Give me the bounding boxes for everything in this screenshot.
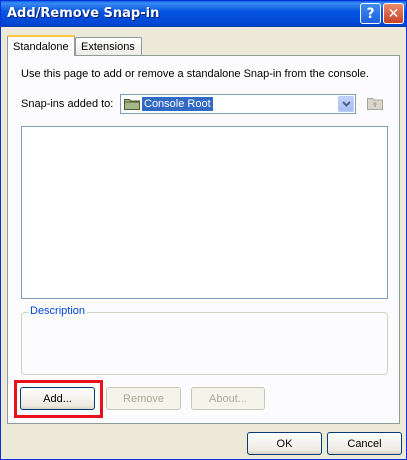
- standalone-panel: Use this page to add or remove a standal…: [7, 55, 400, 424]
- snapins-added-to-dropdown[interactable]: Console Root: [120, 94, 356, 114]
- snapin-list[interactable]: [21, 126, 388, 299]
- ok-button[interactable]: OK: [247, 432, 322, 455]
- add-button[interactable]: Add...: [20, 387, 95, 410]
- add-remove-snapin-dialog: Add/Remove Snap-in ? ✕ Standalone Extens…: [0, 0, 407, 460]
- description-group: Description: [21, 305, 388, 375]
- snapins-added-to-label: Snap-ins added to:: [21, 98, 114, 110]
- description-label: Description: [28, 305, 88, 317]
- window-title: Add/Remove Snap-in: [7, 6, 160, 21]
- tab-extensions[interactable]: Extensions: [75, 37, 142, 55]
- cancel-button[interactable]: Cancel: [327, 432, 402, 455]
- chevron-down-icon[interactable]: [338, 96, 354, 112]
- folder-icon: [124, 99, 140, 110]
- dropdown-selected-value: Console Root: [142, 97, 213, 111]
- folder-up-icon[interactable]: [366, 95, 384, 111]
- close-icon[interactable]: ✕: [383, 3, 404, 24]
- remove-button[interactable]: Remove: [106, 387, 181, 410]
- tab-standalone[interactable]: Standalone: [7, 35, 75, 56]
- title-bar[interactable]: Add/Remove Snap-in ? ✕: [1, 1, 406, 27]
- instruction-text: Use this page to add or remove a standal…: [21, 68, 369, 80]
- help-icon[interactable]: ?: [360, 3, 381, 24]
- about-button[interactable]: About...: [191, 387, 265, 410]
